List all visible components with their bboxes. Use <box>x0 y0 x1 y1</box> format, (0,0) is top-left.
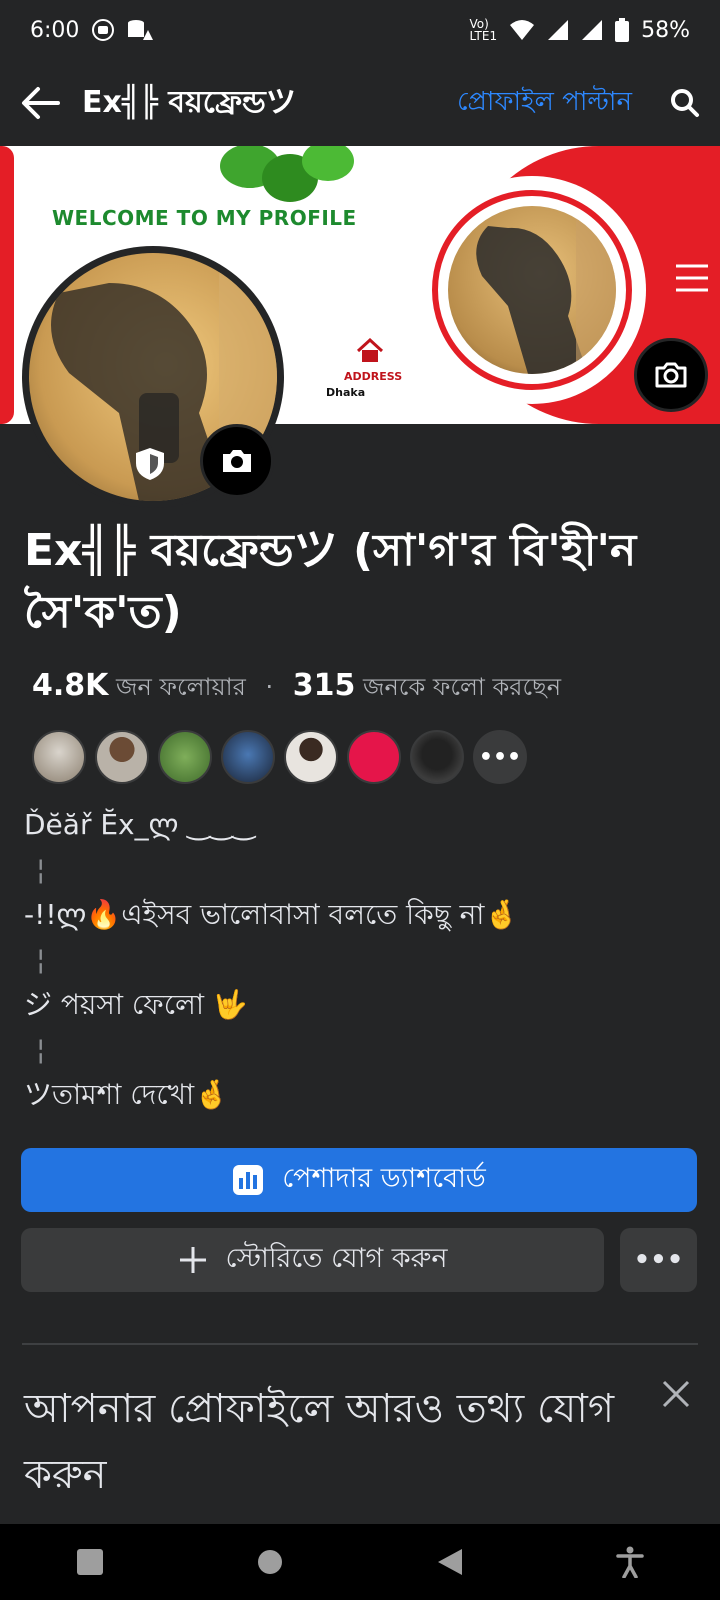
dashboard-label: পেশাদার ড্যাশবোর্ড <box>282 1162 486 1194</box>
system-navigation-bar <box>0 1524 720 1600</box>
page-title: Ex╣╠ বয়ফ্রেন্ডツ <box>82 85 296 120</box>
add-story-label: স্টোরিতে যোগ করুন <box>225 1242 448 1274</box>
recent-apps-icon[interactable] <box>76 1548 104 1576</box>
camera-icon <box>655 362 687 388</box>
section-divider <box>22 1343 698 1345</box>
back-arrow-icon[interactable] <box>20 85 60 121</box>
follower-avatar[interactable] <box>284 730 338 784</box>
search-icon[interactable] <box>670 88 700 118</box>
followers-count: 4.8K <box>32 668 109 703</box>
signal-icon <box>548 20 569 40</box>
profile-guard-shield-icon <box>136 448 164 480</box>
cover-address-label: ADDRESS <box>344 370 403 383</box>
dashboard-chart-icon <box>233 1165 264 1195</box>
leaves-graphic <box>220 146 354 202</box>
profile-bio: Ďĕăř Ĕx_ლ ‿‿‿ ¦ -!!ლ🔥এইসব ভালোবাসা বলতে … <box>24 802 519 1117</box>
bio-line: Ďĕăř Ĕx_ლ ‿‿‿ <box>24 808 255 841</box>
cover-portrait <box>448 206 616 374</box>
following-label: জনকে ফলো করছেন <box>363 673 562 701</box>
follower-avatar[interactable] <box>158 730 212 784</box>
bio-separator: ¦ <box>36 1033 46 1066</box>
close-icon[interactable] <box>662 1380 690 1408</box>
cover-decoration-left <box>0 146 14 424</box>
battery-percent: 58% <box>641 17 690 43</box>
followers-label: জন ফলোয়ার <box>116 673 246 701</box>
more-followers-button[interactable]: ••• <box>473 730 527 784</box>
home-icon[interactable] <box>256 1548 284 1576</box>
house-icon <box>356 338 384 362</box>
follower-avatar[interactable] <box>347 730 401 784</box>
bio-separator: ¦ <box>36 943 46 976</box>
status-time: 6:00 <box>30 17 80 43</box>
follower-avatar[interactable] <box>410 730 464 784</box>
following-count: 315 <box>292 668 356 703</box>
add-info-prompt-title: আপনার প্রোফাইলে আরও তথ্য যোগ করুন <box>24 1386 615 1498</box>
bio-line: ツতামশা দেখো🤞 <box>24 1078 229 1111</box>
volte-icon: Vo) LTE1 <box>469 17 498 43</box>
profile-name: Ex╣╠ বয়ফ্রেন্ডツ (সা'গ'র বি'হী'ন সৈ'ক'ত) <box>24 525 637 638</box>
camera-icon <box>223 450 251 472</box>
add-to-story-button[interactable]: স্টোরিতে যোগ করুন <box>21 1228 604 1292</box>
accessibility-icon[interactable] <box>616 1546 644 1578</box>
follower-avatars: ••• <box>32 730 527 784</box>
back-icon[interactable] <box>436 1547 464 1577</box>
follower-avatar[interactable] <box>221 730 275 784</box>
app-notification-icon <box>92 19 115 41</box>
wifi-icon <box>510 20 535 40</box>
status-bar: 6:00 Vo) LTE1 58% <box>0 0 720 60</box>
cover-welcome-text: WELCOME TO MY PROFILE <box>52 206 357 230</box>
bio-line: ジ পয়সা ফেলো 🤟 <box>24 988 248 1021</box>
cover-camera-button[interactable] <box>634 338 708 412</box>
profile-picture-camera-button[interactable] <box>200 424 274 498</box>
professional-dashboard-button[interactable]: পেশাদার ড্যাশবোর্ড <box>21 1148 697 1212</box>
follower-avatar[interactable] <box>32 730 86 784</box>
top-app-bar: Ex╣╠ বয়ফ্রেন্ডツ প্রোফাইল পাল্টান <box>0 60 720 146</box>
plus-icon <box>179 1247 206 1273</box>
storage-warning-icon <box>128 20 154 40</box>
follow-stats[interactable]: 4.8K জন ফলোয়ার · 315 জনকে ফলো করছেন <box>32 668 561 709</box>
signal-2-icon <box>582 20 603 40</box>
more-options-button[interactable]: ••• <box>620 1228 697 1292</box>
cover-stripes <box>676 264 708 292</box>
switch-profile-link[interactable]: প্রোফাইল পাল্টান <box>457 81 632 125</box>
cover-city: Dhaka <box>326 386 366 399</box>
follower-avatar[interactable] <box>95 730 149 784</box>
stats-separator: · <box>265 673 274 701</box>
bio-line: -!!ლ🔥এইসব ভালোবাসা বলতে কিছু না🤞 <box>24 898 520 931</box>
bio-separator: ¦ <box>36 853 46 886</box>
battery-icon <box>615 18 630 42</box>
